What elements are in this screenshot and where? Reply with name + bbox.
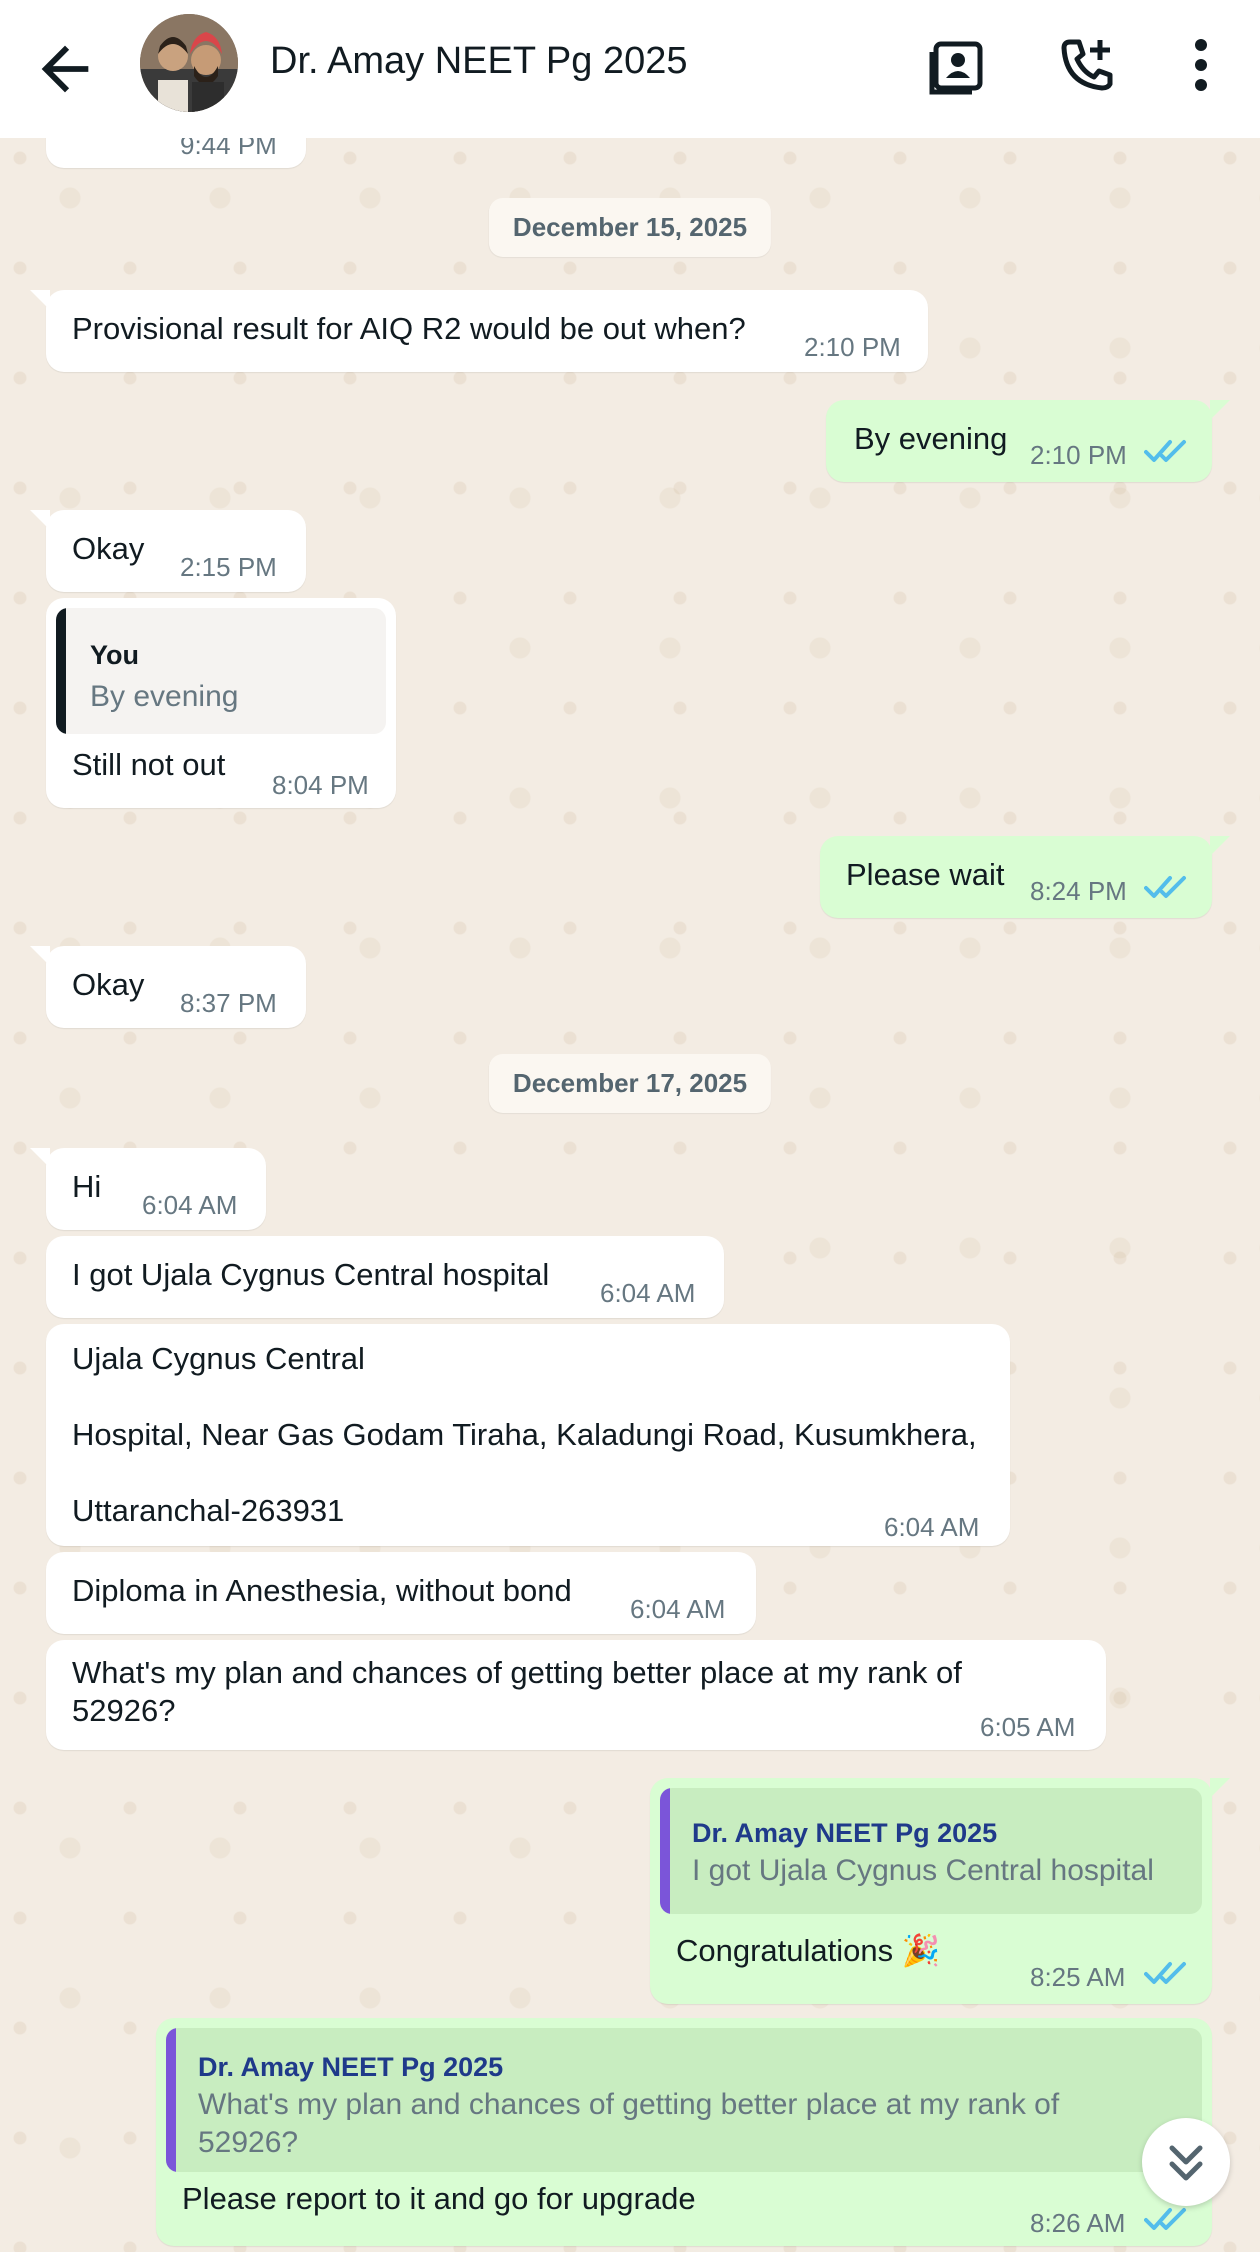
quoted-author: You xyxy=(90,640,139,670)
message-time: 9:44 PM xyxy=(180,138,277,160)
message-time: 6:04 AM xyxy=(630,1594,726,1624)
quoted-message[interactable]: Dr. Amay NEET Pg 2025 I got Ujala Cygnus… xyxy=(660,1788,1202,1914)
message-text-line: 52926? xyxy=(72,1693,176,1728)
chat-header: Dr. Amay NEET Pg 2025 xyxy=(0,0,1260,138)
message-time: 6:04 AM xyxy=(884,1512,980,1542)
message-text: I got Ujala Cygnus Central hospital xyxy=(72,1257,550,1292)
message-bubble-incoming[interactable]: Provisional result for AIQ R2 would be o… xyxy=(30,290,928,372)
read-receipt-icon xyxy=(1144,440,1186,462)
quoted-text: By evening xyxy=(90,680,239,713)
quoted-text-line: 52926? xyxy=(198,2126,299,2159)
add-call-button[interactable] xyxy=(1052,30,1122,100)
message-bubble-incoming[interactable]: Hi 6:04 AM xyxy=(30,1148,266,1230)
message-time: 2:10 PM xyxy=(804,332,901,362)
double-chevron-down-icon xyxy=(1169,2145,1203,2181)
message-time: 6:04 AM xyxy=(142,1190,238,1220)
quoted-author: Dr. Amay NEET Pg 2025 xyxy=(198,2052,504,2082)
message-text-line: What's my plan and chances of getting be… xyxy=(72,1655,962,1690)
message-text: Congratulations 🎉 xyxy=(676,1933,941,1968)
contact-card-button[interactable] xyxy=(922,30,992,100)
scroll-to-bottom-button[interactable] xyxy=(1142,2118,1230,2206)
more-vert-icon xyxy=(1195,39,1207,91)
message-bubble-incoming[interactable]: 9:44 PM xyxy=(46,138,306,168)
date-separator: December 17, 2025 xyxy=(488,1054,772,1113)
quoted-text: I got Ujala Cygnus Central hospital xyxy=(692,1854,1154,1887)
date-separator: December 15, 2025 xyxy=(488,198,772,257)
message-bubble-outgoing[interactable]: Dr. Amay NEET Pg 2025 I got Ujala Cygnus… xyxy=(650,1778,1230,2004)
message-time: 8:24 PM xyxy=(1030,876,1127,906)
message-text-line: Ujala Cygnus Central xyxy=(72,1341,365,1376)
message-time: 8:26 AM xyxy=(1030,2208,1126,2238)
message-bubble-outgoing[interactable]: Dr. Amay NEET Pg 2025 What's my plan and… xyxy=(156,2018,1212,2246)
message-bubble-incoming[interactable]: Ujala Cygnus Central Hospital, Near Gas … xyxy=(46,1324,1010,1546)
arrow-left-icon xyxy=(41,45,89,93)
quoted-message[interactable]: You By evening xyxy=(56,608,386,734)
message-time: 8:25 AM xyxy=(1030,1962,1126,1992)
contact-name[interactable]: Dr. Amay NEET Pg 2025 xyxy=(270,40,688,83)
message-text: Okay xyxy=(72,967,145,1002)
message-time: 2:15 PM xyxy=(180,552,277,582)
chat-area[interactable]: 9:44 PM December 15, 2025 Provisional re… xyxy=(0,138,1260,2252)
message-text: Hi xyxy=(72,1169,102,1204)
add-call-icon xyxy=(1061,39,1113,91)
message-time: 8:37 PM xyxy=(180,988,277,1018)
message-text: Diploma in Anesthesia, without bond xyxy=(72,1573,572,1608)
message-bubble-incoming[interactable]: You By evening Still not out 8:04 PM xyxy=(46,598,396,808)
message-bubble-outgoing[interactable]: By evening 2:10 PM xyxy=(826,400,1230,482)
message-bubble-incoming[interactable]: Diploma in Anesthesia, without bond 6:04… xyxy=(46,1552,756,1634)
message-text: Please report to it and go for upgrade xyxy=(182,2181,696,2216)
more-options-button[interactable] xyxy=(1166,30,1236,100)
message-bubble-incoming[interactable]: Okay 8:37 PM xyxy=(30,946,306,1028)
avatar-photo xyxy=(140,14,238,112)
message-text: Still not out xyxy=(72,747,226,782)
message-text-line: Uttaranchal-263931 xyxy=(72,1493,345,1528)
message-text-line: Hospital, Near Gas Godam Tiraha, Kaladun… xyxy=(72,1417,977,1452)
message-bubble-incoming[interactable]: I got Ujala Cygnus Central hospital 6:04… xyxy=(46,1236,724,1318)
read-receipt-icon xyxy=(1144,876,1186,898)
read-receipt-icon xyxy=(1144,1962,1186,1984)
message-time: 6:04 AM xyxy=(600,1278,696,1308)
message-time: 6:05 AM xyxy=(980,1712,1076,1742)
read-receipt-icon xyxy=(1144,2208,1186,2230)
quoted-message[interactable]: Dr. Amay NEET Pg 2025 What's my plan and… xyxy=(166,2028,1202,2172)
contact-card-icon xyxy=(929,41,983,95)
quoted-text-line: What's my plan and chances of getting be… xyxy=(198,2088,1060,2121)
message-bubble-incoming[interactable]: Okay 2:15 PM xyxy=(30,510,306,592)
message-text: Provisional result for AIQ R2 would be o… xyxy=(72,311,746,346)
message-text: By evening xyxy=(854,421,1008,456)
quoted-author: Dr. Amay NEET Pg 2025 xyxy=(692,1818,998,1848)
message-time: 8:04 PM xyxy=(272,770,369,800)
avatar[interactable] xyxy=(140,14,238,112)
message-bubble-incoming[interactable]: What's my plan and chances of getting be… xyxy=(46,1640,1106,1750)
message-time: 2:10 PM xyxy=(1030,440,1127,470)
message-bubble-outgoing[interactable]: Please wait 8:24 PM xyxy=(820,836,1230,918)
message-text: Okay xyxy=(72,531,145,566)
message-text: Please wait xyxy=(846,857,1005,892)
back-button[interactable] xyxy=(30,34,100,104)
